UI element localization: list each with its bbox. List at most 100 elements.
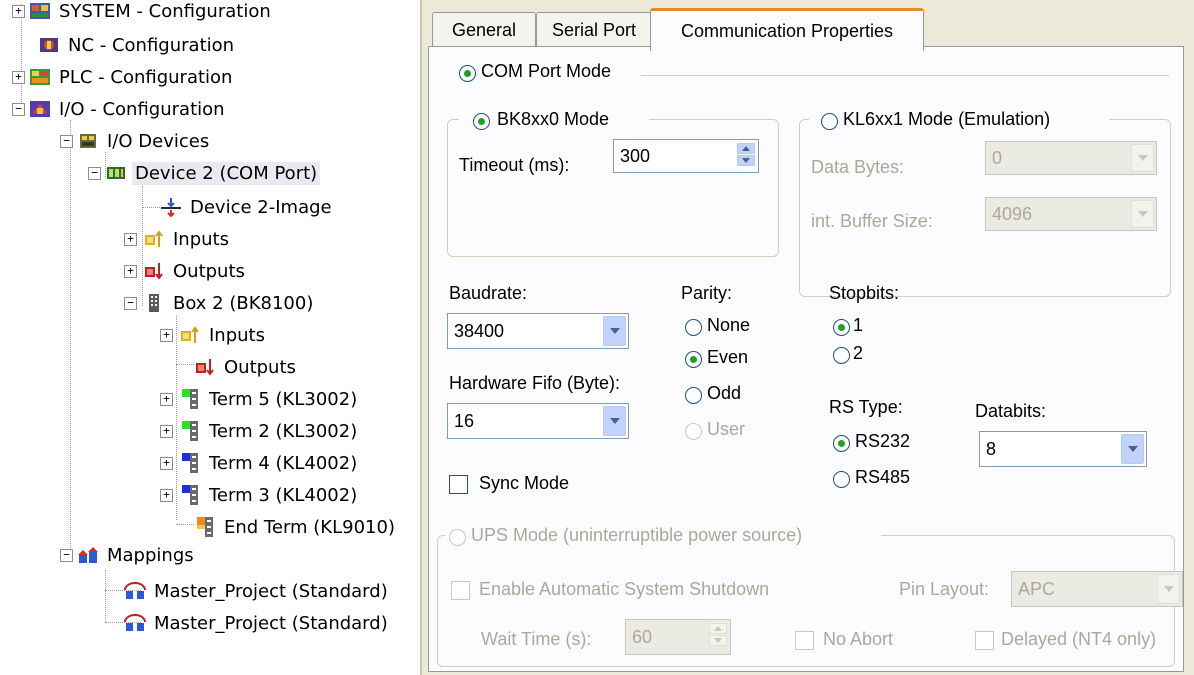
parity-odd-radio[interactable] [685, 387, 702, 404]
data-bytes-value: 0 [992, 147, 1003, 168]
sync-mode-checkbox[interactable] [449, 475, 468, 494]
expand-icon[interactable]: + [124, 264, 137, 278]
tree-item-term-2[interactable]: + Term 2 (KL3002) [160, 416, 360, 446]
tree-item-term-4[interactable]: + Term 4 (KL4002) [160, 448, 360, 478]
com-port-separator [641, 75, 1169, 76]
tree-item-system[interactable]: + SYSTEM - Configuration [12, 0, 274, 26]
tree-item-mapping-1[interactable]: Master_Project (Standard) [124, 576, 391, 606]
collapse-icon[interactable]: − [60, 134, 73, 148]
tree-item-inputs[interactable]: + Inputs [124, 224, 232, 254]
timeout-spinner[interactable] [737, 143, 755, 167]
tree-item-device-image[interactable]: Device 2-Image [160, 192, 335, 222]
spin-up-icon[interactable] [709, 623, 727, 634]
tab-label: General [451, 19, 517, 40]
tab-serial-port[interactable]: Serial Port [536, 12, 652, 47]
tree-item-io[interactable]: − I/O - Configuration [12, 94, 228, 124]
wait-time-value: 60 [632, 626, 653, 647]
rs232-radio[interactable] [833, 435, 850, 452]
expand-icon[interactable]: + [160, 328, 173, 342]
tree-item-plc[interactable]: + PLC - Configuration [12, 62, 235, 92]
timeout-label: Timeout (ms): [459, 155, 570, 175]
collapse-icon[interactable]: − [124, 296, 137, 310]
wait-time-input[interactable]: 60 [625, 619, 731, 655]
bk-mode-radio[interactable] [473, 113, 490, 130]
auto-shutdown-checkbox[interactable] [451, 581, 470, 600]
tree-item-device-2[interactable]: − Device 2 (COM Port) [88, 158, 321, 188]
fifo-value: 16 [454, 410, 475, 431]
tree-item-box-2[interactable]: − Box 2 (BK8100) [124, 288, 316, 318]
spin-up-icon[interactable] [737, 143, 755, 154]
rs485-label: RS485 [855, 467, 911, 487]
fifo-select[interactable]: 16 [447, 403, 629, 439]
bk-mode-label: BK8xx0 Mode [497, 109, 610, 129]
spin-down-icon[interactable] [709, 635, 727, 646]
inputs-icon [143, 229, 165, 249]
stopbits-2-radio[interactable] [833, 347, 850, 364]
expand-icon[interactable]: + [12, 70, 25, 84]
com-port-mode-radio[interactable] [459, 65, 476, 82]
collapse-icon[interactable]: − [12, 102, 25, 116]
system-config-icon [29, 1, 51, 21]
tree-item-label: Master_Project (Standard) [154, 612, 388, 634]
data-bytes-select[interactable]: 0 [985, 141, 1157, 175]
kl-mode-radio[interactable] [821, 113, 838, 130]
tab-communication-properties[interactable]: Communication Properties [650, 8, 924, 51]
collapse-icon[interactable]: − [88, 166, 101, 180]
chevron-down-icon[interactable] [603, 406, 626, 436]
chevron-down-icon[interactable] [1157, 574, 1180, 604]
chevron-down-icon[interactable] [603, 316, 626, 346]
rs-type-label: RS Type: [829, 397, 903, 417]
databits-select[interactable]: 8 [979, 431, 1147, 467]
expand-icon[interactable]: + [160, 424, 173, 438]
tree-item-mappings[interactable]: − Mappings [60, 540, 197, 570]
expand-icon[interactable]: + [124, 232, 137, 246]
tree-item-label: Term 4 (KL4002) [209, 452, 358, 474]
buffer-size-label: int. Buffer Size: [811, 211, 933, 231]
analog-input-terminal-icon [179, 421, 201, 441]
tree-item-end-term[interactable]: End Term (KL9010) [194, 512, 398, 542]
collapse-icon[interactable]: − [60, 548, 73, 562]
tree-item-outputs[interactable]: + Outputs [124, 256, 248, 286]
tree-item-label: Term 2 (KL3002) [209, 420, 358, 442]
expand-icon[interactable]: + [160, 392, 173, 406]
tree-item-term-5[interactable]: + Term 5 (KL3002) [160, 384, 360, 414]
tab-general[interactable]: General [432, 12, 536, 47]
parity-none-radio[interactable] [685, 319, 702, 336]
no-abort-checkbox[interactable] [795, 631, 814, 650]
config-tree[interactable]: + SYSTEM - Configuration NC - Configurat… [0, 0, 418, 675]
parity-user-radio[interactable] [685, 423, 702, 440]
ups-mode-radio[interactable] [449, 529, 466, 546]
kl-mode-label: KL6xx1 Mode (Emulation) [843, 109, 1051, 129]
chevron-down-icon[interactable] [1121, 434, 1144, 464]
buffer-size-select[interactable]: 4096 [985, 197, 1157, 231]
chevron-down-icon[interactable] [1131, 200, 1154, 228]
expand-icon[interactable]: + [160, 456, 173, 470]
tree-item-io-devices[interactable]: − I/O Devices [60, 126, 212, 156]
rs485-radio[interactable] [833, 471, 850, 488]
wait-time-spinner[interactable] [709, 623, 727, 647]
tree-item-nc[interactable]: NC - Configuration [38, 30, 237, 60]
timeout-input[interactable]: 300 [613, 139, 759, 173]
tree-item-term-3[interactable]: + Term 3 (KL4002) [160, 480, 360, 510]
parity-even-radio[interactable] [685, 351, 702, 368]
tree-item-label: I/O Devices [107, 130, 210, 152]
expand-icon[interactable]: + [160, 488, 173, 502]
pin-layout-select[interactable]: APC [1011, 571, 1183, 607]
auto-shutdown-label: Enable Automatic System Shutdown [479, 579, 770, 599]
baudrate-select[interactable]: 38400 [447, 313, 629, 349]
delayed-checkbox[interactable] [975, 631, 994, 650]
expand-icon[interactable]: + [12, 4, 25, 18]
chevron-down-icon[interactable] [1131, 144, 1154, 172]
parity-none-label: None [707, 315, 751, 335]
tree-item-label: PLC - Configuration [59, 66, 233, 88]
tree-item-box-inputs[interactable]: + Inputs [160, 320, 268, 350]
tree-item-box-outputs[interactable]: Outputs [194, 352, 299, 382]
tree-item-label: Mappings [107, 544, 194, 566]
tree-item-label: Term 5 (KL3002) [209, 388, 358, 410]
io-devices-icon [77, 131, 99, 151]
spin-down-icon[interactable] [737, 155, 755, 166]
bus-coupler-icon [143, 293, 165, 313]
stopbits-1-radio[interactable] [833, 319, 850, 336]
analog-output-terminal-icon [179, 453, 201, 473]
tree-item-mapping-2[interactable]: Master_Project (Standard) [124, 608, 391, 638]
